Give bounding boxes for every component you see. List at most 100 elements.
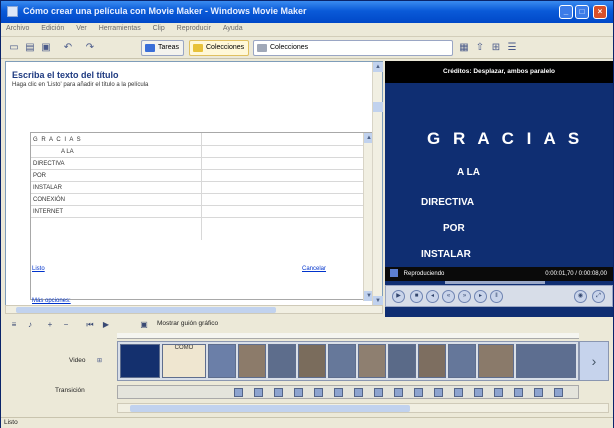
video-track[interactable]: COMO — [117, 341, 579, 381]
narrate-icon[interactable]: ♪ — [25, 319, 35, 331]
preview-title: Créditos: Desplazar, ambos paralelo — [385, 61, 613, 83]
pane-scrollbar[interactable]: ▲ ▼ — [372, 62, 383, 306]
transition-item[interactable] — [394, 388, 403, 397]
redo-icon[interactable]: ↷ — [83, 41, 97, 55]
transition-item[interactable] — [554, 388, 563, 397]
views-menu-icon[interactable]: ☰ — [505, 41, 519, 55]
transition-item[interactable] — [494, 388, 503, 397]
open-project-icon[interactable]: ▤ — [23, 41, 37, 55]
transition-item[interactable] — [354, 388, 363, 397]
video-clip[interactable] — [298, 344, 326, 378]
video-clip[interactable] — [448, 344, 476, 378]
rewind-timeline-icon[interactable]: ⏮ — [85, 319, 95, 331]
title-line-3: DIRECTIVA — [31, 159, 363, 170]
transition-item[interactable] — [374, 388, 383, 397]
time-ruler[interactable] — [117, 333, 579, 339]
audio-levels-icon[interactable]: ≡ — [9, 319, 19, 331]
split-icon[interactable]: ‖ — [490, 290, 503, 303]
menu-herramientas[interactable]: Herramientas — [94, 23, 146, 34]
tareas-label: Tareas — [158, 44, 180, 51]
stop-icon[interactable]: ■ — [410, 290, 423, 303]
new-project-icon[interactable]: ▭ — [7, 41, 21, 55]
up-folder-icon[interactable]: ⇧ — [473, 41, 487, 55]
tareas-toggle[interactable]: Tareas — [141, 40, 185, 56]
video-track-toggle-icon[interactable]: ⊞ — [97, 357, 102, 364]
preview-line-4: POR — [443, 223, 465, 234]
previous-frame-icon[interactable]: ◂ — [426, 290, 439, 303]
transition-item[interactable] — [514, 388, 523, 397]
video-clip[interactable] — [418, 344, 446, 378]
play-icon[interactable]: ▶ — [392, 290, 405, 303]
title-line-2: A LA — [31, 147, 363, 158]
pane-hscrollbar[interactable] — [5, 305, 383, 314]
transition-item[interactable] — [294, 388, 303, 397]
collections-dropdown[interactable]: Colecciones — [253, 40, 453, 56]
menu-bar: Archivo Edición Ver Herramientas Clip Re… — [1, 23, 613, 37]
zoom-out-icon[interactable]: − — [61, 319, 71, 331]
transition-item[interactable] — [414, 388, 423, 397]
video-clip[interactable] — [358, 344, 386, 378]
transition-item[interactable] — [454, 388, 463, 397]
title-text-input[interactable]: G R A C I A S A LA DIRECTIVA POR INSTALA… — [30, 132, 376, 301]
undo-icon[interactable]: ↶ — [61, 41, 75, 55]
pane-hint: Haga clic en 'Listo' para añadir el títu… — [12, 82, 149, 88]
cancel-link[interactable]: Cancelar — [302, 266, 326, 272]
timeline-hscrollbar[interactable] — [117, 403, 609, 413]
video-clip[interactable] — [478, 344, 514, 378]
close-button[interactable]: × — [593, 5, 607, 19]
transition-item[interactable] — [334, 388, 343, 397]
timeline-hscroll-thumb[interactable] — [130, 405, 410, 412]
transition-item[interactable] — [474, 388, 483, 397]
transition-item[interactable] — [234, 388, 243, 397]
pane-scroll-up-icon[interactable]: ▲ — [373, 62, 383, 72]
colecciones-toggle[interactable]: Colecciones — [189, 40, 250, 56]
storyboard-icon[interactable]: ▣ — [139, 319, 149, 331]
video-clip[interactable] — [120, 344, 160, 378]
maximize-button[interactable]: □ — [575, 5, 589, 19]
rewind-icon[interactable]: « — [442, 290, 455, 303]
timeline: Video ⊞ Transición COMO › — [1, 333, 613, 415]
minimize-button[interactable]: _ — [559, 5, 573, 19]
preview-line-2: A LA — [457, 167, 480, 178]
timeline-scroll-right-icon[interactable]: › — [579, 341, 609, 381]
new-folder-icon[interactable]: ⊞ — [489, 41, 503, 55]
seek-bar[interactable] — [445, 281, 545, 284]
video-clip[interactable]: COMO — [162, 344, 206, 378]
transition-track[interactable] — [117, 385, 579, 399]
play-timeline-icon[interactable]: ▶ — [101, 319, 111, 331]
pane-hscroll-thumb[interactable] — [16, 307, 276, 313]
done-link[interactable]: Listo — [32, 266, 45, 272]
fullscreen-icon[interactable]: ⤢ — [592, 290, 605, 303]
folder-icon — [193, 44, 203, 52]
transition-item[interactable] — [274, 388, 283, 397]
transition-item[interactable] — [434, 388, 443, 397]
playback-controls: ▶ ■ ◂ « » ▸ ‖ ◉ ⤢ — [385, 285, 613, 307]
video-clip[interactable] — [328, 344, 356, 378]
menu-ayuda[interactable]: Ayuda — [218, 23, 248, 34]
more-options-link[interactable]: Más opciones: — [32, 298, 71, 304]
title-bar[interactable]: Cómo crear una película con Movie Maker … — [1, 1, 613, 23]
menu-ver[interactable]: Ver — [71, 23, 92, 34]
transition-item[interactable] — [314, 388, 323, 397]
video-clip[interactable] — [388, 344, 416, 378]
collections-dropdown-value: Colecciones — [270, 44, 309, 51]
window-title: Cómo crear una película con Movie Maker … — [23, 6, 307, 16]
menu-archivo[interactable]: Archivo — [1, 23, 34, 34]
pane-scroll-thumb[interactable] — [373, 102, 383, 112]
transition-item[interactable] — [534, 388, 543, 397]
menu-clip[interactable]: Clip — [148, 23, 170, 34]
save-project-icon[interactable]: ▣ — [39, 41, 53, 55]
show-storyboard-button[interactable]: Mostrar guión gráfico — [157, 320, 218, 327]
video-clip[interactable] — [268, 344, 296, 378]
menu-reproducir[interactable]: Reproducir — [172, 23, 216, 34]
snapshot-icon[interactable]: ◉ — [574, 290, 587, 303]
forward-icon[interactable]: » — [458, 290, 471, 303]
transition-item[interactable] — [254, 388, 263, 397]
video-clip[interactable] — [516, 344, 576, 378]
menu-edicion[interactable]: Edición — [36, 23, 69, 34]
video-clip[interactable] — [238, 344, 266, 378]
video-clip[interactable] — [208, 344, 236, 378]
next-frame-icon[interactable]: ▸ — [474, 290, 487, 303]
zoom-in-icon[interactable]: + — [45, 319, 55, 331]
view-toggle-icon[interactable]: ▦ — [457, 41, 471, 55]
